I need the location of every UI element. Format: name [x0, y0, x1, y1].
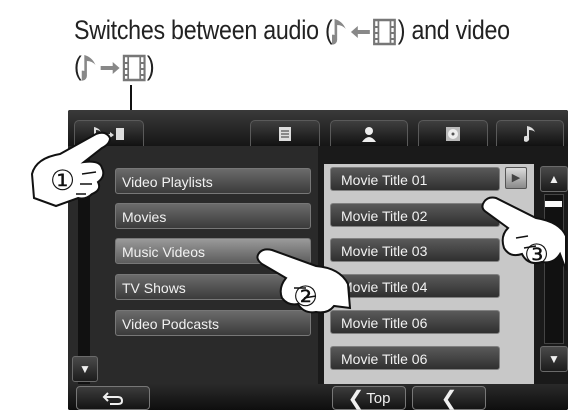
scroll-up-button[interactable]: ▲	[540, 166, 568, 192]
pointing-hand-icon	[481, 196, 567, 271]
category-movies[interactable]: Movies	[115, 203, 311, 229]
category-video-playlists[interactable]: Video Playlists	[115, 168, 311, 194]
music-note-icon	[524, 125, 535, 142]
play-button[interactable]: ▶	[505, 167, 527, 189]
film-icon	[122, 54, 146, 82]
person-icon	[362, 126, 376, 142]
list-item[interactable]: Movie Title 01	[330, 167, 500, 191]
tab-person[interactable]	[330, 120, 408, 146]
left-scroll-down-button[interactable]: ▼	[72, 356, 98, 382]
caption-line-1: Switches between audio () and video	[74, 15, 510, 46]
document-icon	[279, 126, 291, 141]
tab-disc[interactable]	[418, 120, 488, 146]
tab-music[interactable]	[496, 120, 564, 146]
music-note-icon	[332, 18, 347, 45]
caption: Switches between audio () and video ()	[74, 12, 510, 84]
music-note-icon	[81, 54, 96, 81]
list-item[interactable]: Movie Title 06	[330, 346, 500, 370]
list-item[interactable]: Movie Title 02	[330, 203, 500, 227]
film-icon	[373, 18, 397, 46]
list-item[interactable]: Movie Title 06	[330, 310, 500, 334]
scroll-down-button[interactable]: ▼	[540, 346, 568, 372]
tab-document[interactable]	[250, 120, 320, 146]
top-button[interactable]: ❮ Top	[332, 386, 406, 410]
step-3-marker: ③	[524, 239, 550, 270]
list-item[interactable]: Movie Title 03	[330, 238, 500, 262]
step-2-marker: ②	[293, 281, 319, 312]
chevron-left-icon: ❮	[440, 387, 458, 410]
caption-line-2: ()	[74, 51, 155, 82]
arrow-right-icon	[100, 61, 120, 74]
list-item[interactable]: Movie Title 04	[330, 274, 500, 298]
back-button[interactable]	[76, 386, 150, 410]
disc-icon	[446, 126, 460, 141]
arrow-left-icon	[351, 25, 371, 38]
return-icon	[102, 392, 124, 405]
step-1-marker: ①	[50, 165, 76, 196]
chevron-left-icon: ❮	[347, 387, 365, 410]
prev-button[interactable]: ❮	[412, 386, 486, 410]
